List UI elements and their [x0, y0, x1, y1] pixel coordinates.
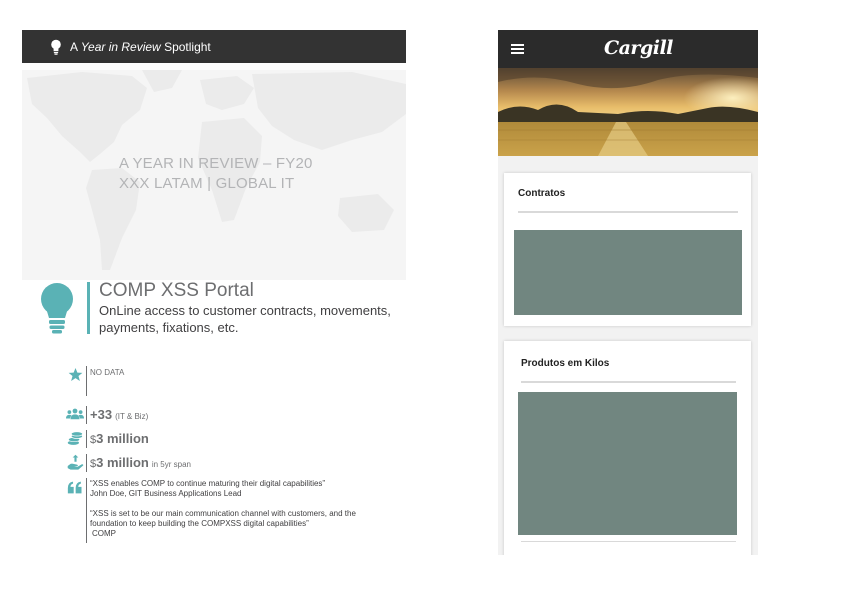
quote-divider: [86, 478, 87, 543]
people-value: +33: [90, 407, 113, 422]
people-note: (IT & Biz): [115, 412, 149, 421]
people-icon: [66, 408, 84, 420]
quote-1: “XSS enables COMP to continue maturing t…: [90, 479, 326, 488]
products-kilos-card-title: Produtos em Kilos: [521, 358, 610, 369]
stat-divider: [86, 366, 87, 396]
wheat-field-hero-image: [498, 68, 758, 156]
people-stat: +33 (IT & Biz): [90, 407, 148, 422]
mobile-app-mockup: Cargill Contratos Produtos em Kilos: [498, 30, 758, 555]
year-in-review-line2: XXX LATAM | GLOBAL IT: [119, 175, 295, 192]
stat-divider: [86, 454, 87, 472]
year-in-review-title: A YEAR IN REVIEW – FY20 XXX LATAM | GLOB…: [119, 154, 313, 194]
lightbulb-icon: [51, 39, 61, 55]
products-chart-placeholder: [518, 392, 737, 535]
card-divider: [521, 541, 736, 542]
quote-2-author: COMP: [92, 529, 116, 538]
quote-icon: [67, 481, 82, 494]
portal-title: COMP XSS Portal: [99, 280, 254, 301]
quote-1-author: John Doe, GIT Business Applications Lead: [90, 489, 242, 498]
year-in-review-line1: A YEAR IN REVIEW – FY20: [119, 155, 313, 172]
portal-description: OnLine access to customer contracts, mov…: [99, 303, 391, 335]
quotes-block: “XSS enables COMP to continue maturing t…: [90, 479, 390, 539]
hand-money-icon: [67, 454, 84, 470]
star-icon: [68, 367, 83, 381]
savings-stat: $ 3 million in 5yr span: [90, 455, 191, 470]
quote-2: “XSS is set to be our main communication…: [90, 509, 356, 528]
rating-value: NO DATA: [90, 368, 125, 377]
app-header: Cargill: [498, 30, 758, 68]
portal-accent-rule: [87, 282, 90, 334]
cost-stat: $ 3 million: [90, 431, 149, 446]
coins-icon: [67, 431, 83, 445]
contracts-chart-placeholder: [514, 230, 742, 315]
spotlight-header-bar: A Year in Review Spotlight: [22, 30, 406, 63]
lightbulb-icon: [41, 283, 73, 334]
hamburger-icon[interactable]: [511, 44, 524, 54]
stat-divider: [86, 430, 87, 448]
products-kilos-card[interactable]: Produtos em Kilos: [504, 341, 751, 555]
card-divider: [521, 381, 736, 383]
cost-value: 3 million: [96, 431, 149, 446]
spotlight-title: A Year in Review Spotlight: [70, 39, 211, 54]
contracts-card-title: Contratos: [518, 188, 566, 199]
savings-note: in 5yr span: [151, 460, 191, 469]
cargill-logo: Cargill: [604, 37, 673, 59]
contracts-card[interactable]: Contratos: [504, 173, 751, 326]
savings-value: 3 million: [96, 455, 149, 470]
stat-divider: [86, 406, 87, 424]
card-divider: [518, 211, 738, 213]
